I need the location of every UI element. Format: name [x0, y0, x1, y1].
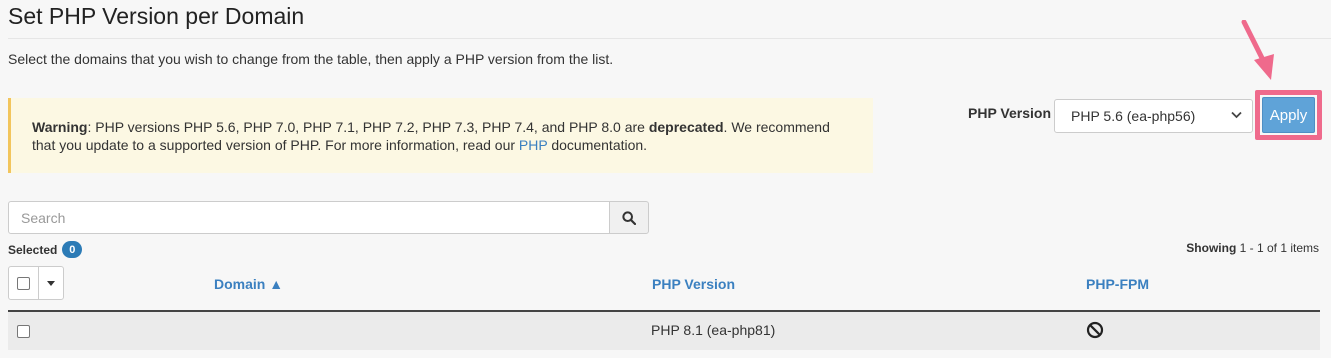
showing-info: Showing 1 - 1 of 1 items — [1186, 241, 1319, 255]
php-version-label: PHP Version — [968, 105, 1052, 121]
bulk-select-dropdown[interactable] — [38, 266, 64, 300]
search-button[interactable] — [609, 201, 649, 234]
column-header-php-fpm[interactable]: PHP-FPM — [1086, 276, 1149, 292]
title-divider — [8, 38, 1331, 39]
search-placeholder: Search — [21, 209, 66, 226]
showing-label: Showing — [1186, 241, 1237, 255]
php-version-selected: PHP 5.6 (ea-php56) — [1071, 108, 1196, 124]
showing-range: 1 - 1 of 1 items — [1239, 241, 1319, 255]
selected-count: Selected 0 — [8, 241, 83, 258]
search-input[interactable]: Search — [8, 201, 610, 234]
pointer-arrow-icon — [1241, 20, 1274, 80]
checkbox — [17, 276, 30, 290]
column-header-php-version[interactable]: PHP Version — [652, 276, 735, 292]
warning-deprecated: deprecated — [648, 119, 724, 135]
apply-button[interactable]: Apply — [1262, 97, 1315, 133]
chevron-down-icon — [1231, 111, 1242, 122]
page-title: Set PHP Version per Domain — [8, 3, 305, 29]
search-icon — [622, 210, 636, 225]
disabled-icon — [1086, 321, 1104, 344]
warning-text-1: : PHP versions PHP 5.6, PHP 7.0, PHP 7.1… — [87, 119, 649, 135]
php-docs-link[interactable]: PHP — [519, 137, 548, 153]
row-php-version: PHP 8.1 (ea-php81) — [651, 322, 776, 338]
warning-text-3: documentation. — [547, 137, 648, 153]
deprecation-warning: Warning: PHP versions PHP 5.6, PHP 7.0, … — [8, 98, 873, 173]
caret-down-icon — [47, 280, 55, 286]
row-checkbox[interactable] — [17, 325, 30, 338]
warning-label: Warning — [32, 119, 88, 135]
selected-badge: 0 — [62, 241, 83, 258]
table-row: PHP 8.1 (ea-php81) — [8, 312, 1320, 350]
intro-text: Select the domains that you wish to chan… — [8, 51, 614, 67]
php-version-select[interactable]: PHP 5.6 (ea-php56) — [1054, 99, 1253, 133]
column-header-domain[interactable]: Domain ▲ — [214, 276, 283, 292]
selected-label: Selected — [8, 242, 58, 257]
select-all-checkbox[interactable] — [8, 266, 39, 300]
